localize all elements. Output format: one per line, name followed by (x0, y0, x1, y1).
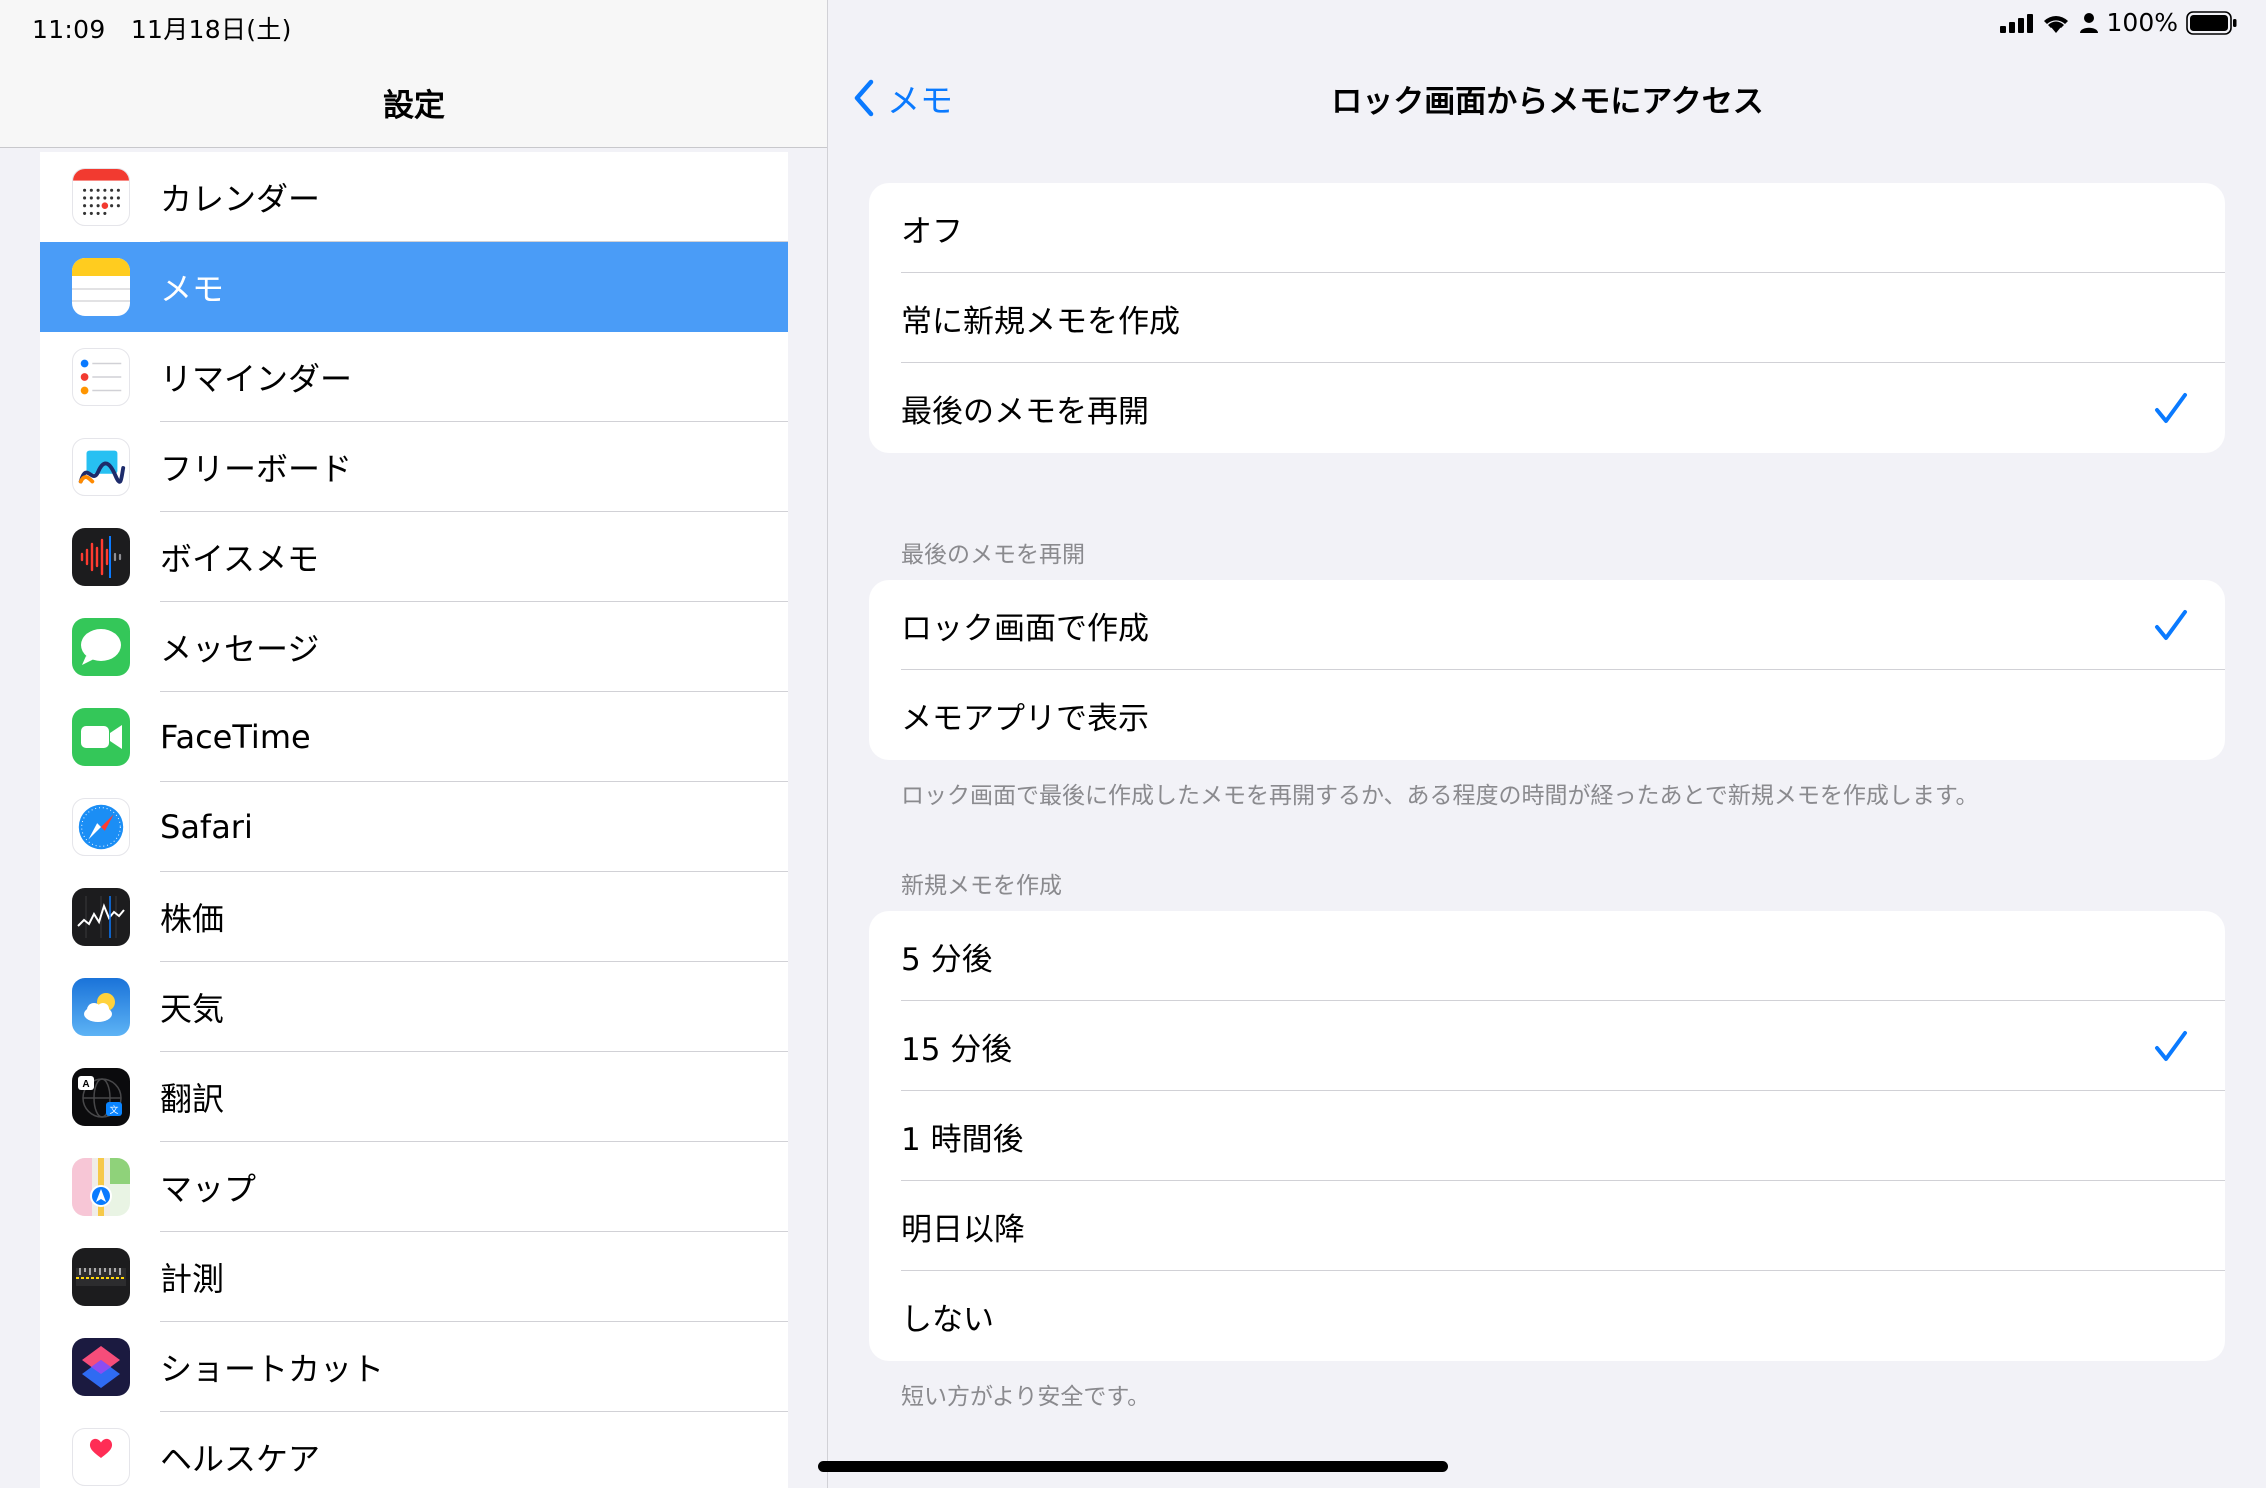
sidebar-item-label: FaceTime (160, 718, 311, 756)
section-header-resume-last-note: 最後のメモを再開 (901, 542, 1085, 568)
battery-icon (2186, 10, 2237, 35)
status-time-date: 11:09 11月18日(土) (32, 15, 292, 44)
sidebar-item-label: 計測 (160, 1260, 225, 1298)
option-after-15-minutes[interactable]: 15 分後 (869, 1001, 2225, 1091)
section-footer-create-new-note: 短い方がより安全です。 (901, 1384, 1151, 1410)
notes-lockscreen-access-detail: 100% メモ ロック画面からメモにアクセス オフ 常に新規メモを作成 最後のメ… (829, 0, 2266, 1488)
sidebar-item-label: カレンダー (160, 180, 321, 218)
checkmark-icon (2155, 393, 2187, 423)
stocks-icon (72, 888, 130, 946)
battery-percentage: 100% (2106, 8, 2178, 37)
calendar-icon (72, 168, 130, 226)
home-indicator[interactable] (818, 1461, 1448, 1472)
voice-memos-icon (72, 528, 130, 586)
access-mode-group: オフ 常に新規メモを作成 最後のメモを再開 (869, 183, 2225, 453)
settings-app-list: カレンダー メモ リマインダー フリーボード ボイスメモ メッセージ FaceT… (40, 152, 788, 1488)
option-label: 最後のメモを再開 (901, 393, 1149, 430)
option-label: メモアプリで表示 (901, 700, 1149, 737)
option-after-5-minutes[interactable]: 5 分後 (869, 911, 2225, 1001)
resume-last-note-group: ロック画面で作成 メモアプリで表示 (869, 580, 2225, 760)
option-after-tomorrow[interactable]: 明日以降 (869, 1181, 2225, 1271)
wifi-icon (2043, 15, 2068, 33)
measure-icon (72, 1248, 130, 1306)
sidebar-item-messages[interactable]: メッセージ (40, 602, 788, 692)
sidebar-item-label: ショートカット (160, 1350, 385, 1388)
sidebar-item-label: Safari (160, 808, 253, 846)
person-icon (2079, 12, 2098, 33)
checkmark-icon (2155, 1031, 2187, 1061)
sidebar-item-facetime[interactable]: FaceTime (40, 692, 788, 782)
safari-icon (72, 798, 130, 856)
shortcuts-icon (72, 1338, 130, 1396)
translate-icon: A 文 (72, 1068, 130, 1126)
sidebar-item-label: メッセージ (160, 630, 320, 668)
sidebar-item-label: メモ (160, 270, 225, 308)
option-label: 15 分後 (901, 1031, 1013, 1068)
sidebar-item-health[interactable]: ヘルスケア (40, 1412, 788, 1488)
option-after-1-hour[interactable]: 1 時間後 (869, 1091, 2225, 1181)
reminders-icon (72, 348, 130, 406)
option-created-on-lock-screen[interactable]: ロック画面で作成 (869, 580, 2225, 670)
checkmark-icon (2155, 610, 2187, 640)
sidebar-item-translate[interactable]: A 文 翻訳 (40, 1052, 788, 1142)
sidebar-item-weather[interactable]: 天気 (40, 962, 788, 1052)
page-title: ロック画面からメモにアクセス (1331, 84, 1764, 120)
sidebar-item-voice-memos[interactable]: ボイスメモ (40, 512, 788, 602)
health-icon (72, 1428, 130, 1486)
facetime-icon (72, 708, 130, 766)
svg-text:文: 文 (109, 1104, 118, 1116)
sidebar-item-label: ヘルスケア (160, 1440, 321, 1478)
messages-icon (72, 618, 130, 676)
sidebar-item-notes[interactable]: メモ (40, 242, 788, 332)
sidebar-item-shortcuts[interactable]: ショートカット (40, 1322, 788, 1412)
sidebar-item-calendar[interactable]: カレンダー (40, 152, 788, 242)
freeform-icon (72, 438, 130, 496)
sidebar-item-label: 天気 (160, 990, 225, 1028)
option-always-new-note[interactable]: 常に新規メモを作成 (869, 273, 2225, 363)
sidebar-item-measure[interactable]: 計測 (40, 1232, 788, 1322)
option-never[interactable]: しない (869, 1271, 2225, 1361)
option-label: 5 分後 (901, 941, 993, 978)
sidebar-item-stocks[interactable]: 株価 (40, 872, 788, 962)
svg-text:A: A (82, 1079, 89, 1090)
sidebar-item-label: フリーボード (160, 450, 353, 488)
option-viewed-in-notes-app[interactable]: メモアプリで表示 (869, 670, 2225, 760)
sidebar-title: 設定 (383, 88, 445, 124)
create-new-note-group: 5 分後 15 分後 1 時間後 明日以降 しない (869, 911, 2225, 1361)
sidebar-item-label: リマインダー (160, 360, 353, 398)
weather-icon (72, 978, 130, 1036)
option-label: しない (901, 1301, 994, 1338)
maps-icon (72, 1158, 130, 1216)
section-footer-resume-last-note: ロック画面で最後に作成したメモを再開するか、ある程度の時間が経ったあとで新規メモ… (901, 783, 1979, 809)
option-label: オフ (901, 213, 963, 250)
option-off[interactable]: オフ (869, 183, 2225, 273)
status-bar-right: 100% (1999, 8, 2238, 37)
option-label: 明日以降 (901, 1211, 1025, 1248)
sidebar-item-reminders[interactable]: リマインダー (40, 332, 788, 422)
option-label: 常に新規メモを作成 (901, 303, 1180, 340)
option-resume-last-note[interactable]: 最後のメモを再開 (869, 363, 2225, 453)
sidebar-item-freeform[interactable]: フリーボード (40, 422, 788, 512)
sidebar-item-maps[interactable]: マップ (40, 1142, 788, 1232)
option-label: ロック画面で作成 (901, 610, 1149, 647)
sidebar-item-label: 翻訳 (160, 1080, 225, 1118)
sidebar-item-safari[interactable]: Safari (40, 782, 788, 872)
settings-sidebar: 11:09 11月18日(土) 設定 カレンダー メモ リマインダー フリーボー… (0, 0, 828, 1488)
sidebar-item-label: マップ (160, 1170, 257, 1208)
section-header-create-new-note: 新規メモを作成 (901, 873, 1062, 899)
sidebar-header: 11:09 11月18日(土) 設定 (0, 0, 827, 148)
cellular-signal-icon (1999, 13, 2033, 33)
notes-icon (72, 258, 130, 316)
option-label: 1 時間後 (901, 1121, 1024, 1158)
sidebar-item-label: 株価 (160, 900, 225, 938)
sidebar-item-label: ボイスメモ (160, 540, 320, 578)
